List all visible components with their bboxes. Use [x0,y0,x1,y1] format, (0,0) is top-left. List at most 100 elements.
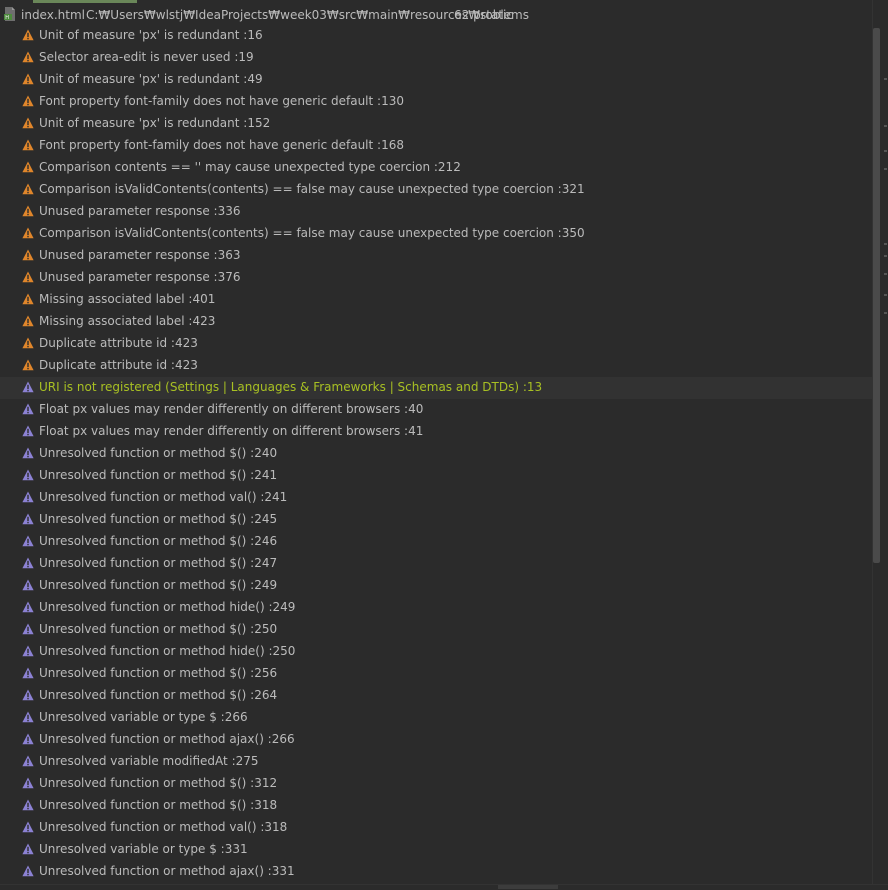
warning-icon [22,183,34,195]
warning-icon [22,205,34,217]
problem-message: Unresolved function or method $() :245 [39,512,278,526]
scrollbar-markers [884,0,888,884]
problem-row[interactable]: Comparison isValidContents(contents) == … [0,223,874,245]
problem-row[interactable]: Unresolved function or method $() :240 [0,443,874,465]
warning-icon [22,293,34,305]
problem-message: Missing associated label :423 [39,314,216,328]
problem-row[interactable]: Unit of measure 'px' is redundant :49 [0,69,874,91]
problem-row[interactable]: Unresolved function or method $() :264 [0,685,874,707]
scrollbar-marker [884,273,887,275]
weak-warning-icon [22,645,34,657]
weak-warning-icon [22,689,34,701]
scrollbar-marker [884,168,887,170]
scrollbar-marker [884,125,887,127]
weak-warning-icon [22,711,34,723]
problem-row[interactable]: Unresolved function or method $() :318 [0,795,874,817]
problem-message: Missing associated label :401 [39,292,216,306]
scrollbar-marker [884,243,887,245]
problem-row[interactable]: Selector area-edit is never used :19 [0,47,874,69]
problem-row[interactable]: Unused parameter response :363 [0,245,874,267]
problem-list: Unit of measure 'px' is redundant :16 Sel… [0,25,874,883]
weak-warning-icon [22,491,34,503]
problem-message: Font property font-family does not have … [39,94,404,108]
scrollbar-marker [884,312,887,314]
weak-warning-icon [22,601,34,613]
problem-message: Duplicate attribute id :423 [39,358,198,372]
problem-row[interactable]: Unused parameter response :376 [0,267,874,289]
warning-icon [22,51,34,63]
weak-warning-icon [22,403,34,415]
problem-message: Unit of measure 'px' is redundant :152 [39,116,271,130]
weak-warning-icon [22,799,34,811]
scrollbar-marker [884,255,887,257]
file-name: index.html [21,8,85,22]
problem-message: Float px values may render differently o… [39,402,424,416]
weak-warning-icon [22,469,34,481]
problem-message: Unresolved function or method $() :318 [39,798,278,812]
problem-row[interactable]: Unresolved variable or type $ :331 [0,839,874,861]
problem-row[interactable]: Unresolved function or method hide() :25… [0,641,874,663]
problem-row[interactable]: Float px values may render differently o… [0,421,874,443]
problem-row[interactable]: Unresolved function or method $() :249 [0,575,874,597]
problem-row[interactable]: Missing associated label :423 [0,311,874,333]
weak-warning-icon [22,623,34,635]
problem-message: Float px values may render differently o… [39,424,424,438]
file-node[interactable]: H index.html C:₩Users₩wlstj₩IdeaProjects… [0,4,874,26]
problem-row[interactable]: Unresolved function or method $() :246 [0,531,874,553]
problem-row[interactable]: Unresolved function or method $() :312 [0,773,874,795]
weak-warning-icon [22,425,34,437]
problem-row[interactable]: Comparison contents == '' may cause unex… [0,157,874,179]
horizontal-scrollbar[interactable] [0,884,888,890]
problem-row[interactable]: Duplicate attribute id :423 [0,355,874,377]
warning-icon [22,95,34,107]
horizontal-scrollbar-thumb[interactable] [498,885,558,889]
problem-message: Comparison contents == '' may cause unex… [39,160,461,174]
problem-row[interactable]: Unresolved function or method $() :245 [0,509,874,531]
problem-message: Unresolved function or method $() :241 [39,468,278,482]
problem-row[interactable]: Unresolved variable or type $ :266 [0,707,874,729]
file-path: C:₩Users₩wlstj₩IdeaProjects₩week03₩src₩m… [86,8,513,22]
problem-row[interactable]: Unresolved variable modifiedAt :275 [0,751,874,773]
problem-row[interactable]: Unused parameter response :336 [0,201,874,223]
problem-row[interactable]: Unresolved function or method $() :241 [0,465,874,487]
problem-row[interactable]: Unresolved function or method $() :247 [0,553,874,575]
weak-warning-icon [22,447,34,459]
problem-row[interactable]: Font property font-family does not have … [0,91,874,113]
problem-row[interactable]: Unresolved function or method val() :241 [0,487,874,509]
problem-row[interactable]: URI is not registered (Settings | Langua… [0,377,874,399]
problem-row[interactable]: Unresolved function or method ajax() :33… [0,861,874,883]
problem-row[interactable]: Unit of measure 'px' is redundant :152 [0,113,874,135]
problem-message: Unresolved variable or type $ :331 [39,842,248,856]
problem-row[interactable]: Missing associated label :401 [0,289,874,311]
problem-message: Unresolved function or method $() :246 [39,534,278,548]
warning-icon [22,139,34,151]
problem-message: Unresolved function or method val() :241 [39,490,288,504]
warning-icon [22,227,34,239]
problem-row[interactable]: Duplicate attribute id :423 [0,333,874,355]
problem-row[interactable]: Unresolved function or method val() :318 [0,817,874,839]
problem-message: Unresolved function or method $() :250 [39,622,278,636]
problem-row[interactable]: Comparison isValidContents(contents) == … [0,179,874,201]
problem-row[interactable]: Unresolved function or method $() :250 [0,619,874,641]
scrollbar-marker [884,150,887,152]
problem-row[interactable]: Unresolved function or method hide() :24… [0,597,874,619]
problem-count: 62 problems [454,8,529,22]
problem-message: Font property font-family does not have … [39,138,404,152]
problem-row[interactable]: Unit of measure 'px' is redundant :16 [0,25,874,47]
problem-message: Unresolved function or method hide() :25… [39,644,296,658]
vertical-scrollbar-thumb[interactable] [873,28,880,563]
warning-icon [22,117,34,129]
problem-message: Unused parameter response :363 [39,248,241,262]
weak-warning-icon [22,535,34,547]
problem-message: Unresolved function or method hide() :24… [39,600,296,614]
problem-message: Comparison isValidContents(contents) == … [39,226,585,240]
problem-row[interactable]: Font property font-family does not have … [0,135,874,157]
problem-row[interactable]: Unresolved function or method $() :256 [0,663,874,685]
problem-message: URI is not registered (Settings | Langua… [39,380,543,394]
weak-warning-icon [22,777,34,789]
problem-message: Unit of measure 'px' is redundant :16 [39,28,263,42]
problem-row[interactable]: Float px values may render differently o… [0,399,874,421]
problem-message: Unresolved function or method $() :256 [39,666,278,680]
problem-row[interactable]: Unresolved function or method ajax() :26… [0,729,874,751]
weak-warning-icon [22,513,34,525]
